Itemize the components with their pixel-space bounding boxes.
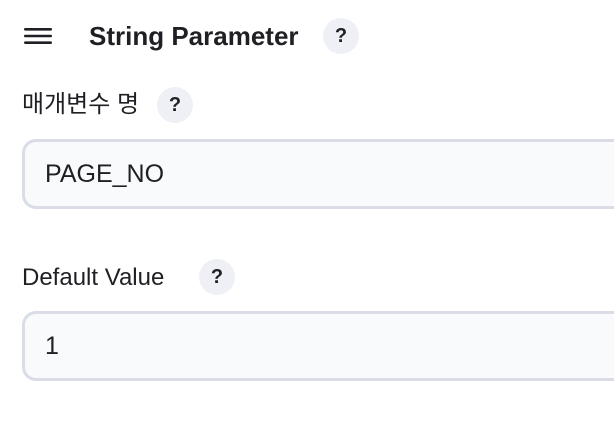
section-help-button[interactable]: ? xyxy=(323,18,359,54)
default-value-help-button[interactable]: ? xyxy=(199,259,235,295)
parameter-name-input[interactable] xyxy=(22,139,614,209)
default-value-input[interactable] xyxy=(22,311,614,381)
parameter-name-label: 매개변수 명 xyxy=(22,91,140,118)
string-parameter-panel: String Parameter ? 매개변수 명 ? Default Valu… xyxy=(0,0,614,424)
drag-handle-icon[interactable] xyxy=(22,22,54,50)
parameter-name-help-button[interactable]: ? xyxy=(157,87,193,123)
default-value-label: Default Value xyxy=(22,264,165,291)
section-header: String Parameter ? xyxy=(0,0,614,72)
section-title: String Parameter xyxy=(89,21,299,51)
